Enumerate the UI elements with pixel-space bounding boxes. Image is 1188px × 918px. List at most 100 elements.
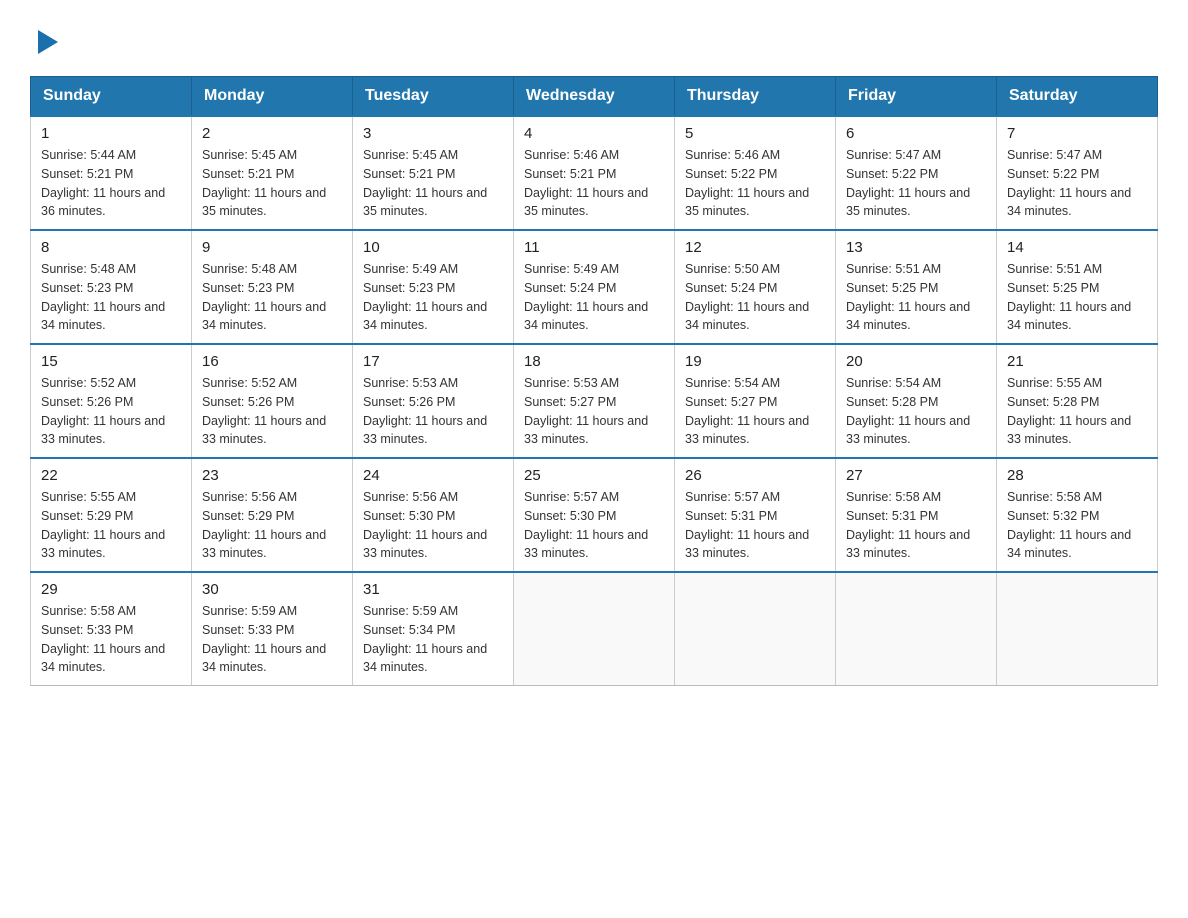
day-info: Sunrise: 5:59 AMSunset: 5:34 PMDaylight:… [363,602,503,677]
day-info: Sunrise: 5:45 AMSunset: 5:21 PMDaylight:… [202,146,342,221]
calendar-cell [836,572,997,686]
calendar-cell [997,572,1158,686]
calendar-cell: 5 Sunrise: 5:46 AMSunset: 5:22 PMDaylight… [675,116,836,230]
calendar-cell: 8Sunrise: 5:48 AMSunset: 5:23 PMDaylight… [31,230,192,344]
calendar-cell: 23 Sunrise: 5:56 AMSunset: 5:29 PMDayligh… [192,458,353,572]
logo [30,24,64,58]
day-info: Sunrise: 5:57 AMSunset: 5:30 PMDaylight:… [524,488,664,563]
calendar-cell: 3 Sunrise: 5:45 AMSunset: 5:21 PMDaylight… [353,116,514,230]
day-number: 22 [41,467,181,484]
day-number: 16 [202,353,342,370]
calendar-cell: 4Sunrise: 5:46 AMSunset: 5:21 PMDaylight… [514,116,675,230]
day-number: 7 [1007,125,1147,142]
day-number: 17 [363,353,503,370]
day-number: 20 [846,353,986,370]
day-info: Sunrise: 5:54 AMSunset: 5:27 PMDaylight:… [685,374,825,449]
day-info: Sunrise: 5:46 AMSunset: 5:22 PMDaylight:… [685,146,825,221]
calendar-cell: 7 Sunrise: 5:47 AMSunset: 5:22 PMDaylight… [997,116,1158,230]
header-monday: Monday [192,77,353,117]
calendar-cell: 30 Sunrise: 5:59 AMSunset: 5:33 PMDayligh… [192,572,353,686]
day-info: Sunrise: 5:51 AMSunset: 5:25 PMDaylight:… [1007,260,1147,335]
day-number: 5 [685,125,825,142]
day-info: Sunrise: 5:57 AMSunset: 5:31 PMDaylight:… [685,488,825,563]
day-info: Sunrise: 5:55 AMSunset: 5:28 PMDaylight:… [1007,374,1147,449]
calendar-table: SundayMondayTuesdayWednesdayThursdayFrid… [30,76,1158,686]
day-number: 25 [524,467,664,484]
day-number: 23 [202,467,342,484]
day-number: 27 [846,467,986,484]
day-info: Sunrise: 5:53 AMSunset: 5:26 PMDaylight:… [363,374,503,449]
day-number: 3 [363,125,503,142]
day-number: 15 [41,353,181,370]
calendar-cell: 11Sunrise: 5:49 AMSunset: 5:24 PMDayligh… [514,230,675,344]
day-info: Sunrise: 5:45 AMSunset: 5:21 PMDaylight:… [363,146,503,221]
calendar-week-row: 22 Sunrise: 5:55 AMSunset: 5:29 PMDayligh… [31,458,1158,572]
calendar-cell: 2Sunrise: 5:45 AMSunset: 5:21 PMDaylight… [192,116,353,230]
day-info: Sunrise: 5:49 AMSunset: 5:23 PMDaylight:… [363,260,503,335]
day-number: 9 [202,239,342,256]
day-number: 24 [363,467,503,484]
day-number: 21 [1007,353,1147,370]
day-number: 28 [1007,467,1147,484]
header-wednesday: Wednesday [514,77,675,117]
logo-arrow-icon [32,26,64,58]
calendar-cell: 10 Sunrise: 5:49 AMSunset: 5:23 PMDayligh… [353,230,514,344]
header-sunday: Sunday [31,77,192,117]
calendar-cell: 16Sunrise: 5:52 AMSunset: 5:26 PMDayligh… [192,344,353,458]
header-tuesday: Tuesday [353,77,514,117]
calendar-cell: 26 Sunrise: 5:57 AMSunset: 5:31 PMDayligh… [675,458,836,572]
day-info: Sunrise: 5:58 AMSunset: 5:31 PMDaylight:… [846,488,986,563]
day-number: 4 [524,125,664,142]
day-info: Sunrise: 5:54 AMSunset: 5:28 PMDaylight:… [846,374,986,449]
day-number: 1 [41,125,181,142]
calendar-header-row: SundayMondayTuesdayWednesdayThursdayFrid… [31,77,1158,117]
calendar-cell [514,572,675,686]
day-info: Sunrise: 5:56 AMSunset: 5:29 PMDaylight:… [202,488,342,563]
calendar-cell: 15Sunrise: 5:52 AMSunset: 5:26 PMDayligh… [31,344,192,458]
day-info: Sunrise: 5:51 AMSunset: 5:25 PMDaylight:… [846,260,986,335]
calendar-week-row: 8 Sunrise: 5:48 AMSunset: 5:23 PMDaylight… [31,230,1158,344]
day-number: 13 [846,239,986,256]
day-info: Sunrise: 5:59 AMSunset: 5:33 PMDaylight:… [202,602,342,677]
calendar-week-row: 15Sunrise: 5:52 AMSunset: 5:26 PMDayligh… [31,344,1158,458]
day-number: 8 [41,239,181,256]
day-number: 19 [685,353,825,370]
calendar-cell: 27 Sunrise: 5:58 AMSunset: 5:31 PMDayligh… [836,458,997,572]
calendar-cell: 17 Sunrise: 5:53 AMSunset: 5:26 PMDayligh… [353,344,514,458]
day-number: 31 [363,581,503,598]
day-number: 26 [685,467,825,484]
calendar-cell: 25 Sunrise: 5:57 AMSunset: 5:30 PMDayligh… [514,458,675,572]
calendar-cell: 9 Sunrise: 5:48 AMSunset: 5:23 PMDaylight… [192,230,353,344]
day-info: Sunrise: 5:48 AMSunset: 5:23 PMDaylight:… [202,260,342,335]
calendar-cell: 22 Sunrise: 5:55 AMSunset: 5:29 PMDayligh… [31,458,192,572]
day-info: Sunrise: 5:44 AMSunset: 5:21 PMDaylight:… [41,146,181,221]
day-info: Sunrise: 5:49 AMSunset: 5:24 PMDaylight:… [524,260,664,335]
calendar-cell [675,572,836,686]
calendar-cell: 31 Sunrise: 5:59 AMSunset: 5:34 PMDayligh… [353,572,514,686]
day-number: 10 [363,239,503,256]
calendar-cell: 29 Sunrise: 5:58 AMSunset: 5:33 PMDayligh… [31,572,192,686]
day-number: 30 [202,581,342,598]
day-info: Sunrise: 5:58 AMSunset: 5:32 PMDaylight:… [1007,488,1147,563]
calendar-cell: 28 Sunrise: 5:58 AMSunset: 5:32 PMDayligh… [997,458,1158,572]
day-number: 18 [524,353,664,370]
calendar-cell: 21 Sunrise: 5:55 AMSunset: 5:28 PMDayligh… [997,344,1158,458]
calendar-cell: 19 Sunrise: 5:54 AMSunset: 5:27 PMDayligh… [675,344,836,458]
day-info: Sunrise: 5:55 AMSunset: 5:29 PMDaylight:… [41,488,181,563]
calendar-cell: 6 Sunrise: 5:47 AMSunset: 5:22 PMDaylight… [836,116,997,230]
day-number: 29 [41,581,181,598]
day-info: Sunrise: 5:47 AMSunset: 5:22 PMDaylight:… [846,146,986,221]
calendar-cell: 20 Sunrise: 5:54 AMSunset: 5:28 PMDayligh… [836,344,997,458]
day-number: 14 [1007,239,1147,256]
header-friday: Friday [836,77,997,117]
page-header [30,24,1158,58]
calendar-cell: 12Sunrise: 5:50 AMSunset: 5:24 PMDayligh… [675,230,836,344]
day-info: Sunrise: 5:53 AMSunset: 5:27 PMDaylight:… [524,374,664,449]
calendar-week-row: 1 Sunrise: 5:44 AMSunset: 5:21 PMDaylight… [31,116,1158,230]
day-info: Sunrise: 5:56 AMSunset: 5:30 PMDaylight:… [363,488,503,563]
calendar-week-row: 29 Sunrise: 5:58 AMSunset: 5:33 PMDayligh… [31,572,1158,686]
calendar-cell: 1 Sunrise: 5:44 AMSunset: 5:21 PMDaylight… [31,116,192,230]
day-number: 6 [846,125,986,142]
day-info: Sunrise: 5:47 AMSunset: 5:22 PMDaylight:… [1007,146,1147,221]
day-info: Sunrise: 5:58 AMSunset: 5:33 PMDaylight:… [41,602,181,677]
